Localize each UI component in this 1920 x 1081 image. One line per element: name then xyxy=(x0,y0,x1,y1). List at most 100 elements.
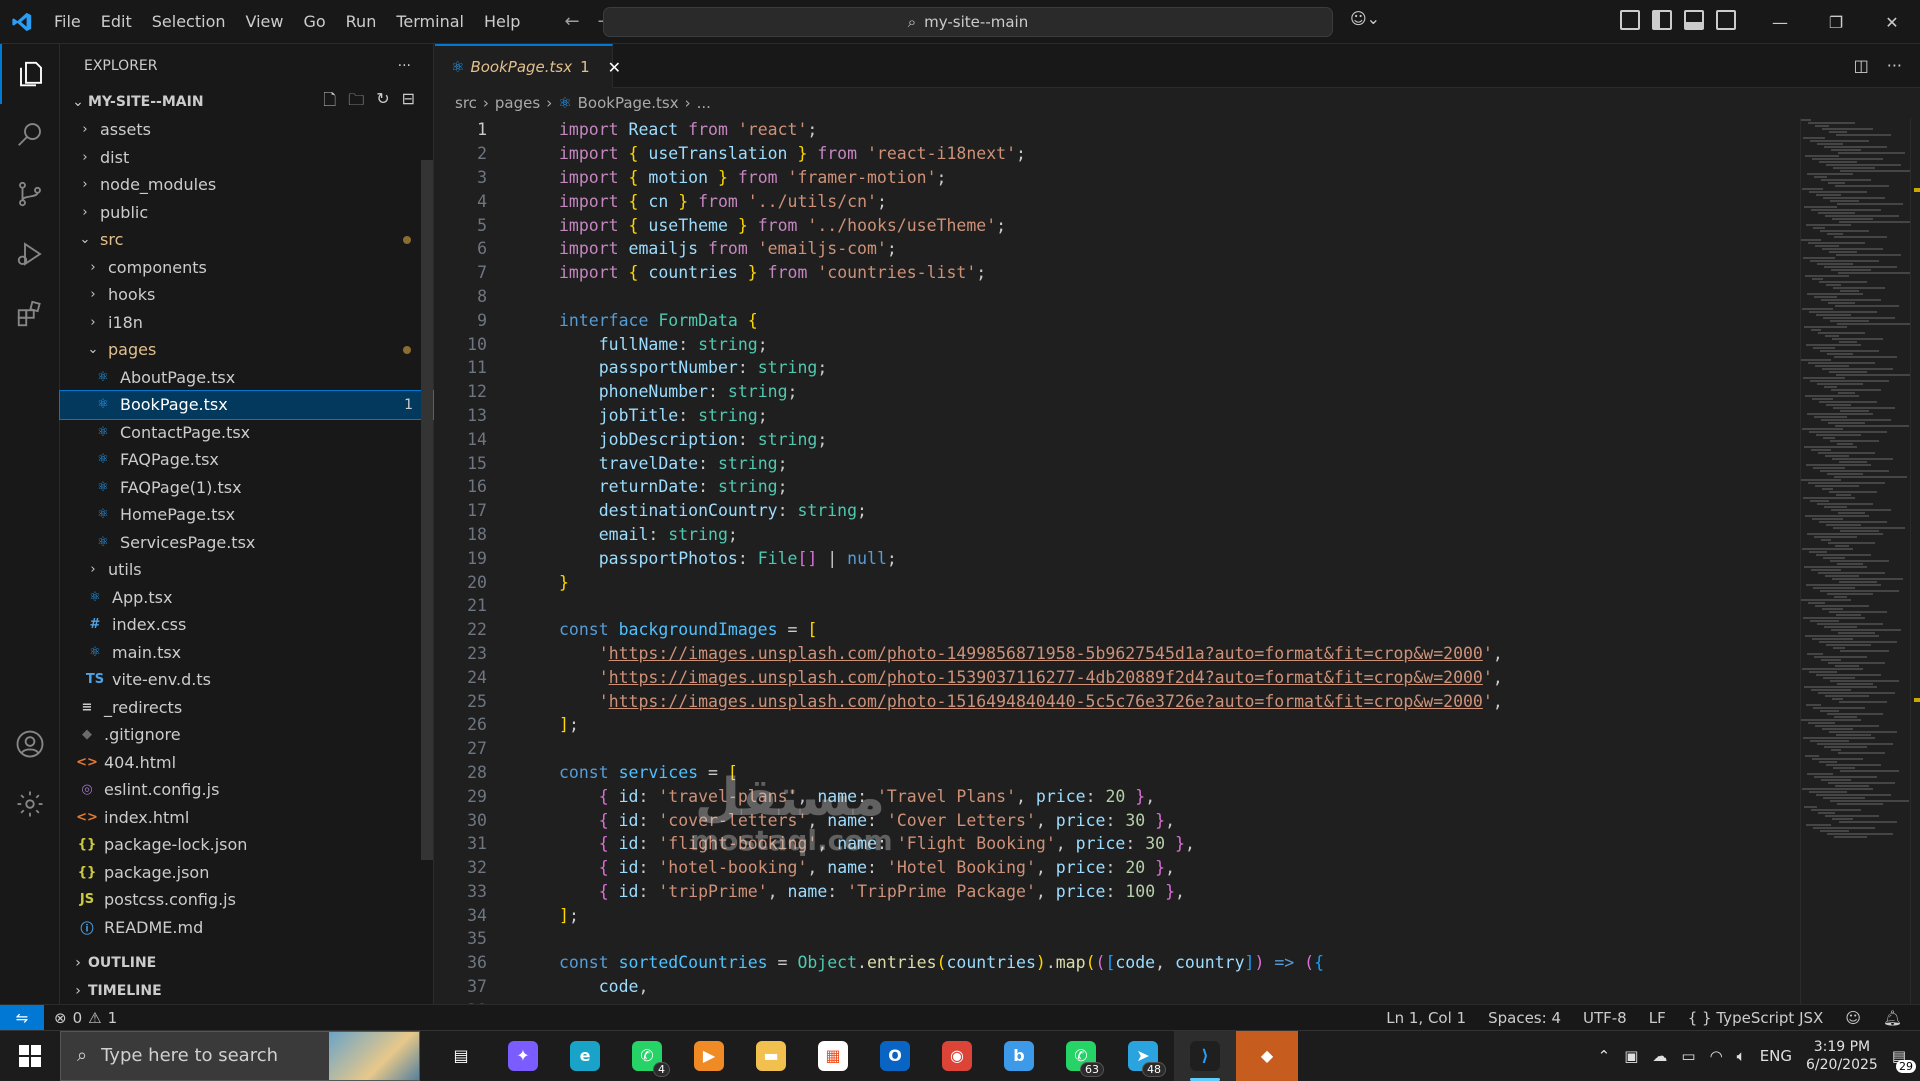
run-debug-icon[interactable] xyxy=(0,224,60,284)
minimap[interactable] xyxy=(1800,118,1910,1004)
maximize-icon[interactable]: ❐ xyxy=(1808,0,1864,44)
tree-file[interactable]: ◎ eslint.config.js xyxy=(60,776,433,804)
show-hidden-icons-icon[interactable]: ⌃ xyxy=(1598,1047,1611,1065)
collapse-all-icon[interactable]: ⊟ xyxy=(402,89,415,116)
taskbar-app-bluesky[interactable]: b xyxy=(988,1031,1050,1081)
copilot-icon[interactable]: ☺⌄ xyxy=(1350,9,1380,28)
tree-file[interactable]: ⚛ BookPage.tsx 1 xyxy=(59,390,434,420)
wifi-icon[interactable]: ◠ xyxy=(1710,1047,1723,1065)
tree-folder[interactable]: › dist xyxy=(60,144,433,172)
tree-folder[interactable]: › hooks xyxy=(60,281,433,309)
tree-file[interactable]: ⚛ FAQPage.tsx xyxy=(60,446,433,474)
explorer-icon[interactable] xyxy=(0,44,60,104)
volume-icon[interactable]: 🔈︎ xyxy=(1737,1047,1746,1065)
customize-layout-icon[interactable] xyxy=(1620,10,1640,30)
account-icon[interactable] xyxy=(0,714,60,774)
source-control-icon[interactable] xyxy=(0,164,60,224)
taskbar-app-media-player[interactable]: ▶ xyxy=(678,1031,740,1081)
taskbar-app-outlook[interactable]: O xyxy=(864,1031,926,1081)
tree-folder[interactable]: › utils xyxy=(60,556,433,584)
tree-file[interactable]: # index.css xyxy=(60,611,433,639)
taskbar-app-whatsapp[interactable]: ✆ 4 xyxy=(616,1031,678,1081)
tree-folder[interactable]: › public xyxy=(60,199,433,227)
tree-file[interactable]: {} package-lock.json xyxy=(60,831,433,859)
code-editor[interactable]: 1 import React from 'react'; 2 import { us… xyxy=(435,118,1785,1004)
search-icon[interactable] xyxy=(0,104,60,164)
extensions-icon[interactable] xyxy=(0,284,60,344)
battery-icon[interactable]: ▭ xyxy=(1681,1047,1695,1065)
onedrive-cloud-icon[interactable]: ☁ xyxy=(1652,1047,1667,1065)
outline-section-header[interactable]: › OUTLINE xyxy=(60,949,434,977)
new-folder-icon[interactable]: 🗀 xyxy=(348,89,364,116)
taskbar-app-file-explorer[interactable]: ▬ xyxy=(740,1031,802,1081)
menu-file[interactable]: File xyxy=(44,0,91,44)
menu-view[interactable]: View xyxy=(236,0,294,44)
sidebar-scrollbar[interactable] xyxy=(421,160,433,860)
tree-file[interactable]: ⚛ App.tsx xyxy=(60,584,433,612)
tree-file[interactable]: ≡ _redirects xyxy=(60,694,433,722)
taskbar-app-edge[interactable]: e xyxy=(554,1031,616,1081)
breadcrumb-item[interactable]: pages xyxy=(495,94,540,112)
menu-run[interactable]: Run xyxy=(336,0,387,44)
tree-file[interactable]: JS postcss.config.js xyxy=(60,886,433,914)
tree-file[interactable]: {} package.json xyxy=(60,859,433,887)
toggle-panel-icon[interactable] xyxy=(1684,10,1704,30)
notifications-bell-icon[interactable]: 🔔︎ xyxy=(1883,1009,1902,1027)
tab-bookpage[interactable]: ⚛ BookPage.tsx 1 ✕ xyxy=(435,44,621,88)
encoding[interactable]: UTF-8 xyxy=(1583,1009,1627,1027)
cursor-position[interactable]: Ln 1, Col 1 xyxy=(1386,1009,1466,1027)
taskbar-app-whatsapp-2[interactable]: ✆ 63 xyxy=(1050,1031,1112,1081)
clock[interactable]: 3:19 PM 6/20/2025 xyxy=(1806,1038,1878,1074)
split-editor-icon[interactable]: ◫ xyxy=(1854,56,1869,75)
meet-now-icon[interactable]: ▣ xyxy=(1624,1047,1638,1065)
tree-file[interactable]: TS vite-env.d.ts xyxy=(60,666,433,694)
problems-indicator[interactable]: ⊗ 0 ⚠ 1 xyxy=(54,1009,117,1027)
tree-file[interactable]: ⚛ AboutPage.tsx xyxy=(60,364,433,392)
tree-folder[interactable]: › i18n xyxy=(60,309,433,337)
toggle-secondary-sidebar-icon[interactable] xyxy=(1716,10,1736,30)
tree-file[interactable]: ⚛ ServicesPage.tsx xyxy=(60,529,433,557)
copilot-status-icon[interactable]: ☺ xyxy=(1845,1009,1861,1027)
taskbar-app-store[interactable]: ▦ xyxy=(802,1031,864,1081)
close-icon[interactable]: ✕ xyxy=(1864,0,1920,44)
menu-terminal[interactable]: Terminal xyxy=(386,0,474,44)
tree-file[interactable]: ⚛ main.tsx xyxy=(60,639,433,667)
close-tab-icon[interactable]: ✕ xyxy=(608,58,621,77)
tree-file[interactable]: ⓘ README.md xyxy=(60,914,433,942)
back-arrow-icon[interactable]: ← xyxy=(564,11,579,32)
taskbar-search[interactable]: ⌕ Type here to search xyxy=(60,1030,420,1081)
breadcrumb-item[interactable]: src xyxy=(455,94,477,112)
input-language[interactable]: ENG xyxy=(1760,1047,1792,1065)
tree-folder[interactable]: › assets xyxy=(60,116,433,144)
tree-folder[interactable]: › node_modules xyxy=(60,171,433,199)
more-actions-icon[interactable]: ··· xyxy=(1887,56,1902,75)
menu-edit[interactable]: Edit xyxy=(91,0,142,44)
tree-file[interactable]: ◆ .gitignore xyxy=(60,721,433,749)
taskbar-app-telegram[interactable]: ➤ 48 xyxy=(1112,1031,1174,1081)
taskbar-app-copilot[interactable]: ✦ xyxy=(492,1031,554,1081)
tree-file[interactable]: ⚛ FAQPage(1).tsx xyxy=(60,474,433,502)
remote-indicator-icon[interactable]: ⇋ xyxy=(0,1004,44,1031)
refresh-icon[interactable]: ↻ xyxy=(376,89,389,116)
tree-file[interactable]: <> 404.html xyxy=(60,749,433,777)
menu-go[interactable]: Go xyxy=(293,0,335,44)
new-file-icon[interactable]: 🗋 xyxy=(323,89,336,116)
breadcrumb-item[interactable]: ... xyxy=(697,94,711,112)
taskbar-app-vscode[interactable]: ⟩ xyxy=(1174,1030,1236,1081)
editor-scrollbar[interactable] xyxy=(1910,118,1920,1004)
end-of-line[interactable]: LF xyxy=(1649,1009,1666,1027)
toggle-sidebar-icon[interactable] xyxy=(1652,10,1672,30)
menu-selection[interactable]: Selection xyxy=(142,0,236,44)
breadcrumb-item[interactable]: BookPage.tsx xyxy=(578,94,679,112)
more-actions-icon[interactable]: ··· xyxy=(398,58,411,74)
notification-center-icon[interactable]: ▤ 29 xyxy=(1892,1047,1916,1073)
menu-help[interactable]: Help xyxy=(474,0,530,44)
indentation[interactable]: Spaces: 4 xyxy=(1488,1009,1561,1027)
windows-start-icon[interactable] xyxy=(0,1031,60,1081)
tree-folder[interactable]: › components xyxy=(60,254,433,282)
tree-folder[interactable]: ⌄ pages xyxy=(60,336,433,364)
command-center-search[interactable]: ⌕ my-site--main xyxy=(603,7,1333,37)
workspace-root-header[interactable]: ⌄ MY-SITE--MAIN 🗋 🗀 ↻ ⊟ xyxy=(60,88,433,116)
settings-gear-icon[interactable] xyxy=(0,774,60,834)
language-mode[interactable]: { } TypeScript JSX xyxy=(1688,1009,1824,1027)
